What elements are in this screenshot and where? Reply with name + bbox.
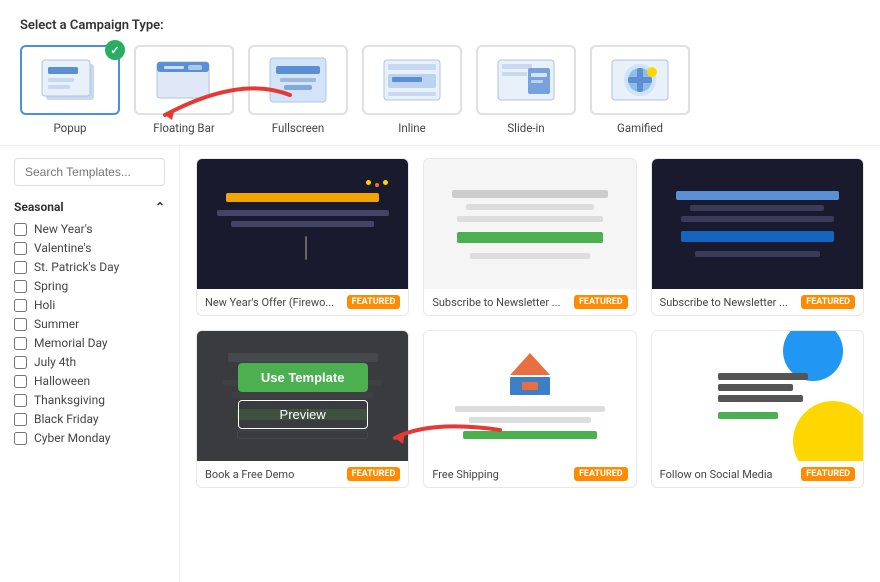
sidebar-item-8[interactable]: Halloween <box>14 374 165 388</box>
gamified-icon <box>608 54 672 106</box>
campaign-type-label-popup: Popup <box>54 121 87 135</box>
sidebar-item-2[interactable]: St. Patrick's Day <box>14 260 165 274</box>
featured-badge: FEATURED <box>347 295 401 309</box>
sidebar-checkbox-9[interactable] <box>14 394 27 407</box>
campaign-type-fullscreen[interactable]: Fullscreen <box>248 45 348 135</box>
template-name-tpl-2: Subscribe to Newsletter ... <box>432 296 560 309</box>
sidebar-checkbox-8[interactable] <box>14 375 27 388</box>
sidebar-checkbox-6[interactable] <box>14 337 27 350</box>
sidebar-item-1[interactable]: Valentine's <box>14 241 165 255</box>
campaign-type-label-floating-bar: Floating Bar <box>153 121 215 135</box>
sidebar-item-9[interactable]: Thanksgiving <box>14 393 165 407</box>
template-overlay-tpl-4: Use Template Preview <box>197 331 408 461</box>
preview-button[interactable]: Preview <box>238 400 368 429</box>
template-footer-tpl-2: Subscribe to Newsletter ... FEATURED <box>424 289 635 315</box>
featured-badge: FEATURED <box>574 467 628 481</box>
sidebar-checkbox-0[interactable] <box>14 223 27 236</box>
sidebar-item-3[interactable]: Spring <box>14 279 165 293</box>
sidebar-item-label-11: Cyber Monday <box>34 431 110 445</box>
template-name-tpl-1: New Year's Offer (Firewo... <box>205 296 334 309</box>
sidebar-item-label-0: New Year's <box>34 222 93 236</box>
template-thumbnail-tpl-5: Use TemplatePreview <box>424 331 635 461</box>
template-name-tpl-3: Subscribe to Newsletter ... <box>660 296 788 309</box>
featured-badge: FEATURED <box>801 467 855 481</box>
sidebar-checkbox-7[interactable] <box>14 356 27 369</box>
chevron-up-icon: ⌃ <box>155 200 165 214</box>
sidebar-item-label-10: Black Friday <box>34 412 99 426</box>
campaign-types-container: ✓ Popup Floating Bar Fullscreen <box>20 45 860 135</box>
category-header[interactable]: Seasonal ⌃ <box>14 200 165 214</box>
template-card-tpl-1[interactable]: Use TemplatePreviewNew Year's Offer (Fir… <box>196 158 409 316</box>
sidebar-item-label-8: Halloween <box>34 374 90 388</box>
template-card-tpl-6[interactable]: Use TemplatePreviewFollow on Social Medi… <box>651 330 864 488</box>
sidebar-item-6[interactable]: Memorial Day <box>14 336 165 350</box>
main-content: Seasonal ⌃ New Year's Valentine's St. Patr… <box>0 145 880 582</box>
template-footer-tpl-4: Book a Free Demo FEATURED <box>197 461 408 487</box>
sidebar-item-label-9: Thanksgiving <box>34 393 105 407</box>
campaign-type-floating-bar[interactable]: Floating Bar <box>134 45 234 135</box>
sidebar-item-label-7: July 4th <box>34 355 76 369</box>
sidebar-checkbox-10[interactable] <box>14 413 27 426</box>
popup-icon <box>38 54 102 106</box>
sidebar-item-label-6: Memorial Day <box>34 336 108 350</box>
sidebar-checkbox-4[interactable] <box>14 299 27 312</box>
templates-area: Use Template Preview New Year's Offer (Fir… <box>180 146 880 582</box>
slide-in-icon <box>494 54 558 106</box>
sidebar-item-11[interactable]: Cyber Monday <box>14 431 165 445</box>
sidebar-checkbox-5[interactable] <box>14 318 27 331</box>
campaign-type-label-inline: Inline <box>398 121 426 135</box>
sidebar-item-0[interactable]: New Year's <box>14 222 165 236</box>
template-thumbnail-tpl-2: Use TemplatePreview <box>424 159 635 289</box>
use-template-button[interactable]: Use Template <box>238 363 368 392</box>
fullscreen-icon <box>266 54 330 106</box>
template-thumbnail-tpl-4: Use Template Preview <box>197 331 408 461</box>
sidebar-checkbox-1[interactable] <box>14 242 27 255</box>
featured-badge: FEATURED <box>574 295 628 309</box>
floating-bar-icon <box>152 54 216 106</box>
section-label: Select a Campaign Type: <box>20 18 860 33</box>
category-label: Seasonal <box>14 200 64 214</box>
category-list: New Year's Valentine's St. Patrick's Day Sp… <box>14 222 165 445</box>
sidebar-item-7[interactable]: July 4th <box>14 355 165 369</box>
template-card-tpl-3[interactable]: Use TemplatePreviewSubscribe to Newslett… <box>651 158 864 316</box>
sidebar-checkbox-3[interactable] <box>14 280 27 293</box>
template-thumbnail-tpl-3: Use TemplatePreview <box>652 159 863 289</box>
campaign-type-label-gamified: Gamified <box>617 121 663 135</box>
selected-check-icon: ✓ <box>105 40 125 60</box>
template-card-tpl-2[interactable]: Use TemplatePreviewSubscribe to Newslett… <box>423 158 636 316</box>
template-card-tpl-4[interactable]: Use Template Preview Book a Free Demo FEATU… <box>196 330 409 488</box>
campaign-type-gamified[interactable]: Gamified <box>590 45 690 135</box>
search-input[interactable] <box>14 158 165 186</box>
template-footer-tpl-3: Subscribe to Newsletter ... FEATURED <box>652 289 863 315</box>
sidebar-item-label-1: Valentine's <box>34 241 91 255</box>
template-thumbnail-tpl-6: Use TemplatePreview <box>652 331 863 461</box>
sidebar-item-label-5: Summer <box>34 317 79 331</box>
sidebar-item-4[interactable]: Holi <box>14 298 165 312</box>
campaign-type-label-fullscreen: Fullscreen <box>272 121 324 135</box>
template-name-tpl-5: Free Shipping <box>432 468 499 481</box>
template-card-tpl-5[interactable]: Use TemplatePreview Free Shipping FEATURED <box>423 330 636 488</box>
sidebar-item-5[interactable]: Summer <box>14 317 165 331</box>
campaign-type-slide-in[interactable]: Slide-in <box>476 45 576 135</box>
sidebar: Seasonal ⌃ New Year's Valentine's St. Patr… <box>0 146 180 582</box>
sidebar-item-label-2: St. Patrick's Day <box>34 260 119 274</box>
sidebar-item-10[interactable]: Black Friday <box>14 412 165 426</box>
template-footer-tpl-6: Follow on Social Media FEATURED <box>652 461 863 487</box>
sidebar-item-label-4: Holi <box>34 298 55 312</box>
inline-icon <box>380 54 444 106</box>
template-name-tpl-4: Book a Free Demo <box>205 468 294 481</box>
sidebar-item-label-3: Spring <box>34 279 68 293</box>
template-footer-tpl-1: New Year's Offer (Firewo... FEATURED <box>197 289 408 315</box>
template-footer-tpl-5: Free Shipping FEATURED <box>424 461 635 487</box>
sidebar-checkbox-2[interactable] <box>14 261 27 274</box>
campaign-type-popup[interactable]: ✓ Popup <box>20 45 120 135</box>
campaign-type-label-slide-in: Slide-in <box>507 121 544 135</box>
campaign-type-inline[interactable]: Inline <box>362 45 462 135</box>
template-name-tpl-6: Follow on Social Media <box>660 468 773 481</box>
top-section: Select a Campaign Type: ✓ Popup Floating… <box>0 0 880 145</box>
sidebar-checkbox-11[interactable] <box>14 432 27 445</box>
featured-badge: FEATURED <box>347 467 401 481</box>
featured-badge: FEATURED <box>801 295 855 309</box>
template-thumbnail-tpl-1: Use TemplatePreview <box>197 159 408 289</box>
